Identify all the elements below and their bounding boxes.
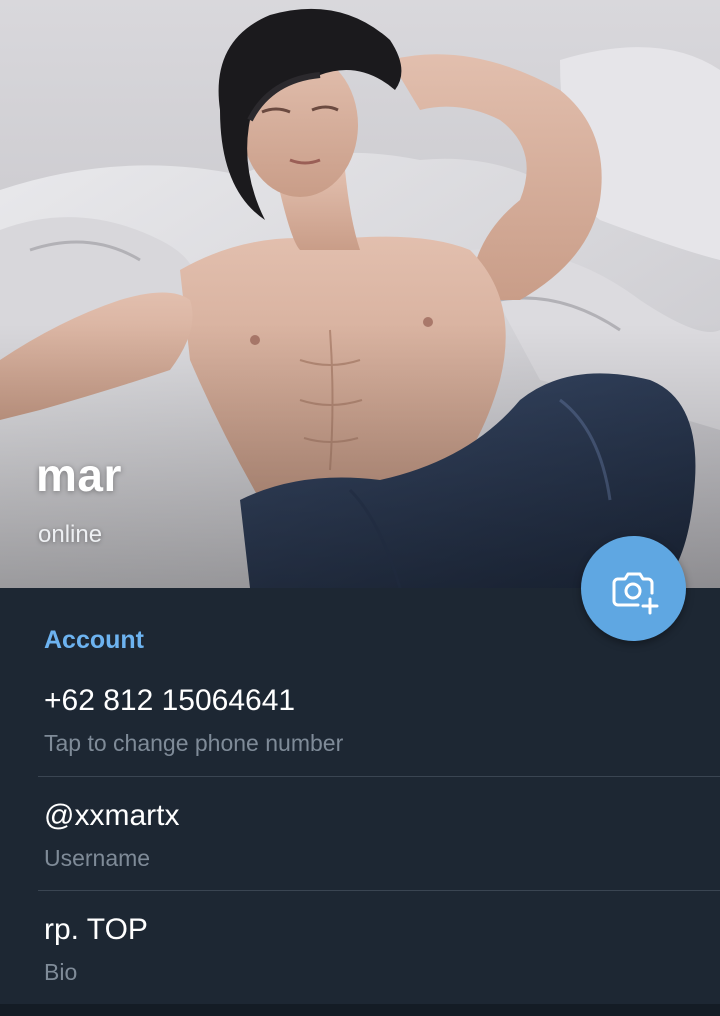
profile-name: mar (36, 449, 122, 501)
phone-hint: Tap to change phone number (44, 730, 344, 756)
bottom-strip (0, 1004, 720, 1016)
username-value: @xxmartx (44, 799, 180, 832)
account-section: Account +62 812 15064641 Tap to change p… (0, 588, 720, 1016)
profile-status: online (38, 521, 103, 548)
bio-hint: Bio (44, 959, 78, 985)
camera-add-icon (612, 572, 658, 614)
username-hint: Username (44, 845, 151, 871)
bio-row[interactable]: rp. TOP Bio (0, 913, 720, 1016)
username-row[interactable]: @xxmartx Username (0, 799, 720, 913)
profile-photo[interactable]: mar online (0, 0, 720, 588)
divider (38, 890, 720, 891)
set-photo-button[interactable] (581, 536, 686, 641)
phone-number: +62 812 15064641 (44, 684, 296, 717)
bio-value: rp. TOP (44, 913, 148, 946)
divider (38, 776, 720, 777)
account-section-title: Account (44, 626, 144, 654)
profile-screen: mar online Account +62 812 15064641 Tap … (0, 0, 720, 1016)
phone-row[interactable]: +62 812 15064641 Tap to change phone num… (0, 684, 720, 798)
